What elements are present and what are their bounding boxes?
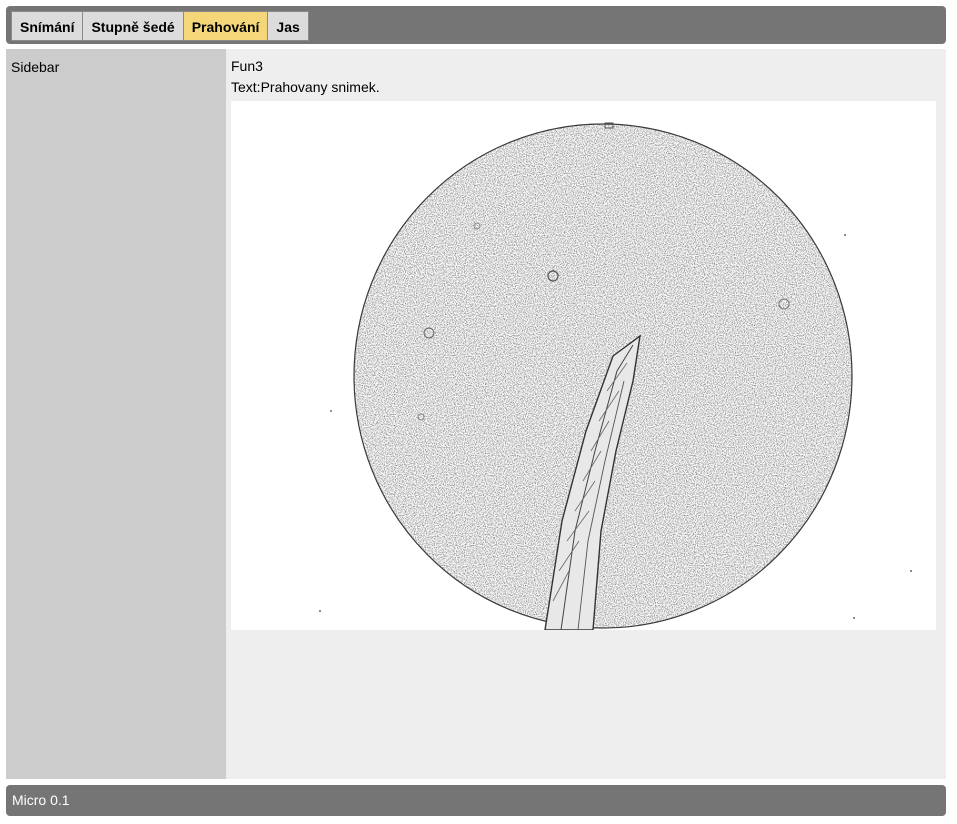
- tab-prahovani[interactable]: Prahování: [182, 11, 269, 41]
- tab-stupne-sede[interactable]: Stupně šedé: [82, 11, 184, 41]
- content-heading: Fun3: [231, 58, 263, 74]
- thresholded-image: [231, 101, 936, 630]
- sidebar-label: Sidebar: [11, 59, 60, 75]
- tab-snimani[interactable]: Snímání: [11, 11, 84, 41]
- tab-bar: Snímání Stupně šedé Prahování Jas: [6, 6, 946, 44]
- footer-label: Micro 0.1: [12, 792, 70, 808]
- main-area: Sidebar Fun3 Text:Prahovany snimek.: [6, 49, 946, 779]
- sidebar: Sidebar: [6, 49, 226, 779]
- tab-jas[interactable]: Jas: [267, 11, 309, 41]
- content-text: Text:Prahovany snimek.: [231, 79, 380, 95]
- content-panel: Fun3 Text:Prahovany snimek.: [226, 49, 946, 779]
- thresholded-image-graphic: [231, 101, 936, 630]
- status-bar: Micro 0.1: [6, 785, 946, 816]
